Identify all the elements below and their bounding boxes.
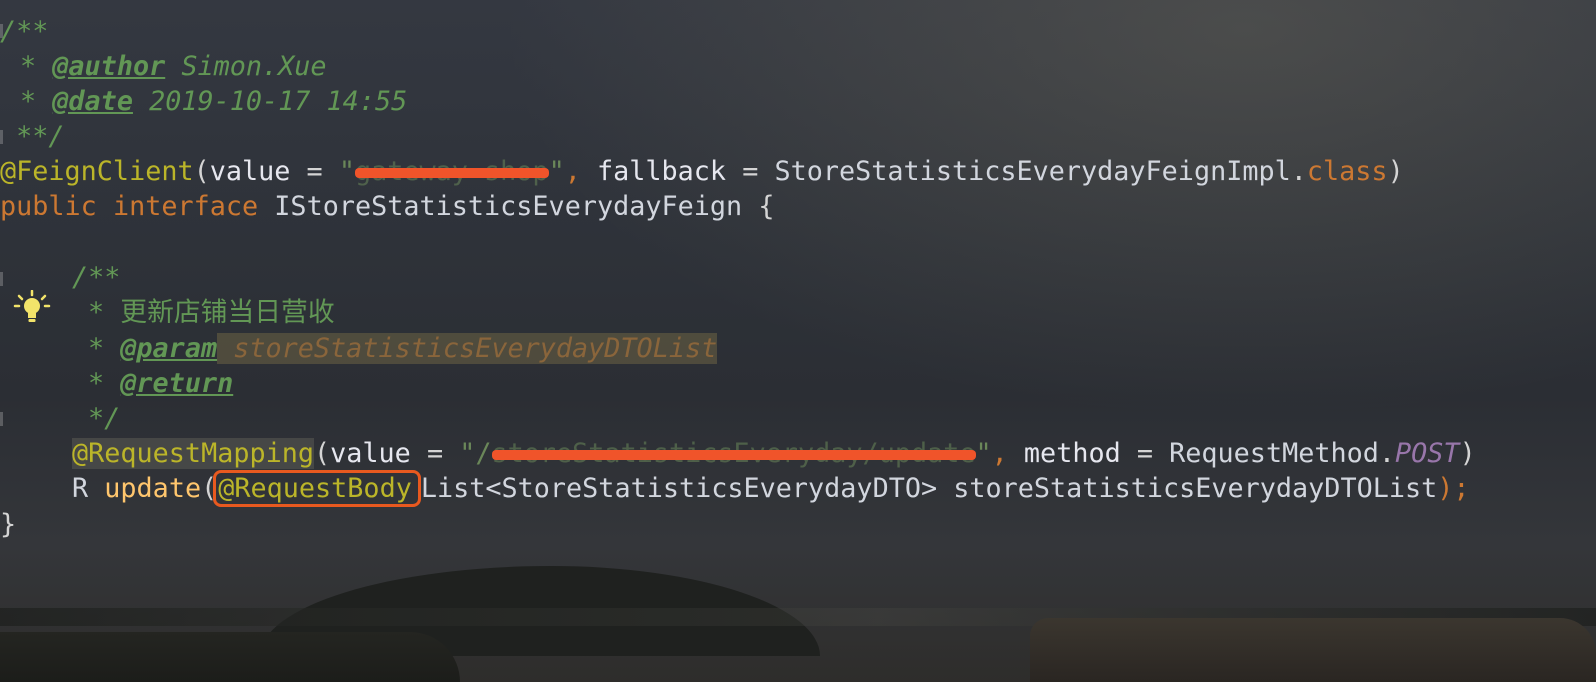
comment-open: /** bbox=[0, 16, 49, 47]
code-line-5[interactable]: @FeignClient(value = "gateway-shop", fal… bbox=[0, 154, 1596, 189]
code-line-8[interactable]: /** bbox=[0, 260, 1596, 295]
code-line-4[interactable]: **/ bbox=[0, 119, 1596, 154]
code-line-10[interactable]: * @param storeStatisticsEverydayDTOList bbox=[0, 331, 1596, 366]
interface-keyword: interface bbox=[112, 191, 259, 222]
brace-close: } bbox=[0, 509, 17, 540]
code-line-14[interactable]: R update(@RequestBody List<StoreStatistic… bbox=[0, 470, 1596, 507]
code-line-13[interactable]: @RequestMapping(value = "/storeStatistic… bbox=[0, 436, 1596, 471]
interface-name: IStoreStatisticsEverydayFeign bbox=[274, 191, 743, 222]
fallback-class: StoreStatisticsEverydayFeignImpl bbox=[774, 156, 1291, 187]
method-name: update bbox=[104, 473, 202, 504]
code-line-1[interactable]: /** bbox=[0, 14, 1596, 49]
feign-client-annotation: @FeignClient bbox=[0, 156, 194, 187]
return-tag: @return bbox=[120, 368, 234, 399]
param-tag: @param bbox=[120, 333, 218, 364]
class-keyword: class bbox=[1306, 156, 1388, 187]
request-mapping-annotation: @RequestMapping bbox=[72, 438, 314, 469]
code-line-6[interactable]: public interface IStoreStatisticsEveryda… bbox=[0, 189, 1596, 224]
method-comment-close: */ bbox=[88, 403, 121, 434]
code-line-12[interactable]: */ bbox=[0, 401, 1596, 436]
author-tag: @author bbox=[52, 51, 166, 82]
code-editor[interactable]: /** * @author Simon.Xue * @date 2019-10-… bbox=[0, 0, 1596, 682]
code-line-15[interactable]: } bbox=[0, 507, 1596, 542]
lightbulb-icon[interactable] bbox=[12, 289, 52, 326]
fallback-key: fallback bbox=[597, 156, 727, 187]
public-keyword: public bbox=[0, 191, 97, 222]
code-line-9[interactable]: * 更新店铺当日营收 bbox=[0, 295, 1596, 330]
equals-sign: = bbox=[290, 156, 339, 187]
code-line-3[interactable]: * @date 2019-10-17 14:55 bbox=[0, 84, 1596, 119]
date-value: 2019-10-17 14:55 bbox=[132, 86, 408, 117]
date-tag: @date bbox=[52, 86, 133, 117]
redaction-mark bbox=[491, 450, 976, 460]
method-description: 更新店铺当日营收 bbox=[120, 297, 335, 328]
return-type: R bbox=[72, 473, 89, 504]
param-name: storeStatisticsEverydayDTOList bbox=[233, 333, 718, 364]
value-key: value bbox=[209, 156, 291, 187]
brace-open: { bbox=[758, 191, 775, 222]
author-value: Simon.Xue bbox=[165, 51, 327, 82]
statement-end: ); bbox=[1437, 473, 1470, 504]
method-key: method bbox=[1023, 438, 1121, 469]
param-identifier: storeStatisticsEverydayDTOList bbox=[953, 473, 1438, 504]
mapping-value-key: value bbox=[330, 438, 411, 469]
redacted-service-name: gateway-shop bbox=[354, 154, 549, 189]
code-line-11[interactable]: * @return bbox=[0, 366, 1596, 401]
comment-close: **/ bbox=[0, 121, 65, 152]
request-method-class: RequestMethod bbox=[1169, 438, 1379, 469]
code-line-2[interactable]: * @author Simon.Xue bbox=[0, 49, 1596, 84]
request-body-annotation: @RequestBody bbox=[213, 470, 421, 507]
redacted-path: storeStatisticsEveryday/update bbox=[491, 436, 976, 471]
param-type: List<StoreStatisticsEverydayDTO> bbox=[420, 473, 938, 504]
request-method-value: POST bbox=[1395, 438, 1460, 469]
path-prefix: / bbox=[475, 438, 492, 469]
redaction-mark bbox=[354, 168, 549, 178]
method-comment-open: /** bbox=[72, 262, 121, 293]
